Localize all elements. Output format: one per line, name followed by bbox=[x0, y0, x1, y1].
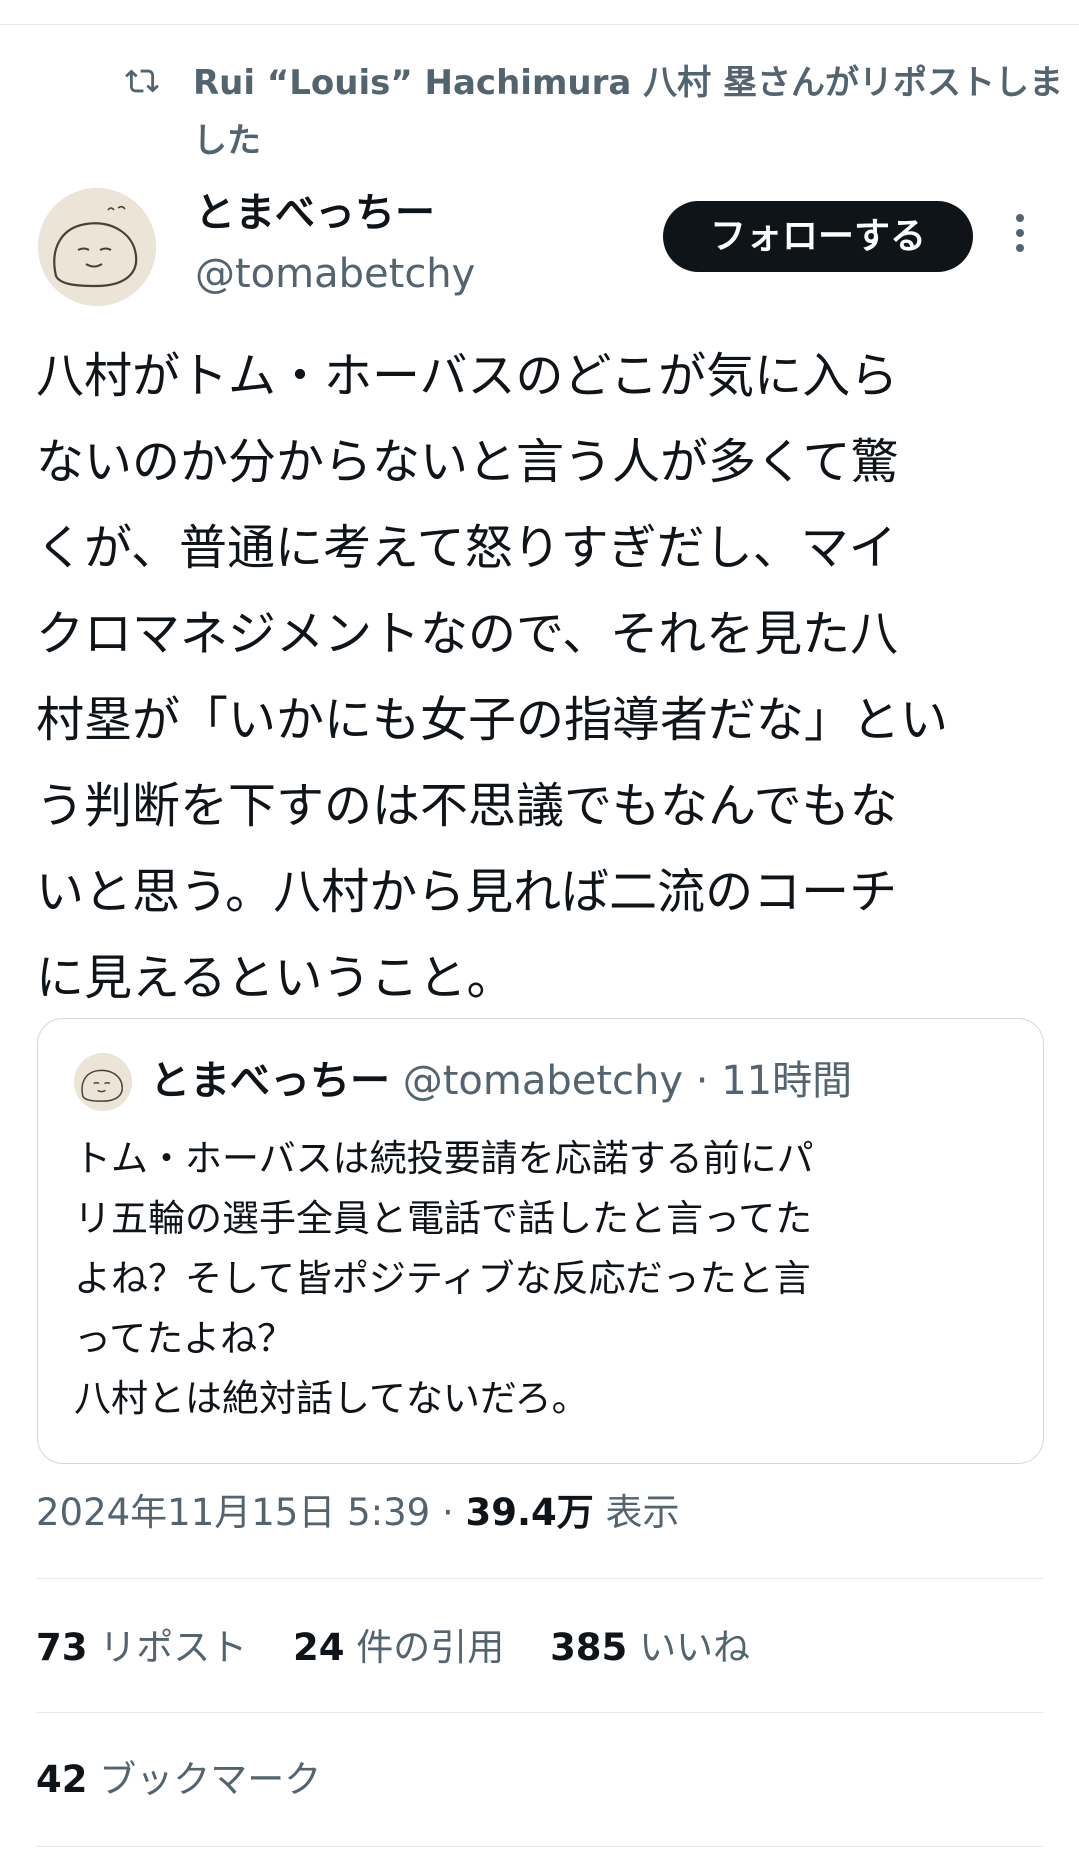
quote-time: · 11時間 bbox=[683, 1058, 853, 1104]
bookmark-stat[interactable]: 42 ブックマーク bbox=[36, 1750, 321, 1810]
avatar-drawing bbox=[74, 1053, 132, 1111]
quote-text: トム・ホーバスは続投要請を応諾する前にパ リ五輪の選手全員と電話で話したと言って… bbox=[74, 1137, 814, 1420]
tweet-text: 八村がトム・ホーバスのどこが気に入ら ないのか分からないと言う人が多くて驚 くが… bbox=[36, 348, 949, 1006]
author-display-name[interactable]: とまべっちー bbox=[195, 185, 435, 241]
divider bbox=[36, 1846, 1043, 1847]
repost-label: Rui “Louis” Hachimura 八村 塁さんがリポストしました bbox=[193, 63, 1063, 161]
repost-stat[interactable]: 73 リポスト bbox=[36, 1626, 247, 1669]
view-count: 39.4万 bbox=[465, 1491, 594, 1534]
avatar[interactable] bbox=[38, 188, 156, 306]
quoted-tweet[interactable]: とまべっちー @tomabetchy · 11時間 トム・ホーバスは続投要請を応… bbox=[37, 1018, 1044, 1464]
divider bbox=[36, 1578, 1043, 1579]
avatar-drawing bbox=[38, 188, 156, 306]
quote-display-name: とまべっちー bbox=[150, 1058, 390, 1104]
like-stat[interactable]: 385 いいね bbox=[550, 1626, 750, 1669]
follow-button[interactable]: フォローする bbox=[663, 201, 973, 272]
author-handle[interactable]: @tomabetchy bbox=[195, 246, 475, 302]
quote-stat[interactable]: 24 件の引用 bbox=[293, 1626, 504, 1669]
top-divider bbox=[0, 24, 1079, 25]
quote-avatar bbox=[74, 1053, 132, 1111]
divider bbox=[36, 1712, 1043, 1713]
view-label: 表示 bbox=[605, 1491, 680, 1534]
timestamp[interactable]: 2024年11月15日 5:39 bbox=[36, 1491, 430, 1534]
more-vertical-icon[interactable] bbox=[1005, 210, 1035, 262]
repost-icon bbox=[125, 69, 159, 93]
tweet-meta: 2024年11月15日 5:39 · 39.4万 表示 bbox=[36, 1483, 680, 1543]
engagement-stats: 73 リポスト 24 件の引用 385 いいね bbox=[36, 1618, 784, 1678]
meta-separator: · bbox=[430, 1491, 466, 1534]
quote-handle: @tomabetchy bbox=[402, 1058, 684, 1104]
quote-header: とまべっちー @tomabetchy · 11時間 bbox=[150, 1051, 852, 1111]
